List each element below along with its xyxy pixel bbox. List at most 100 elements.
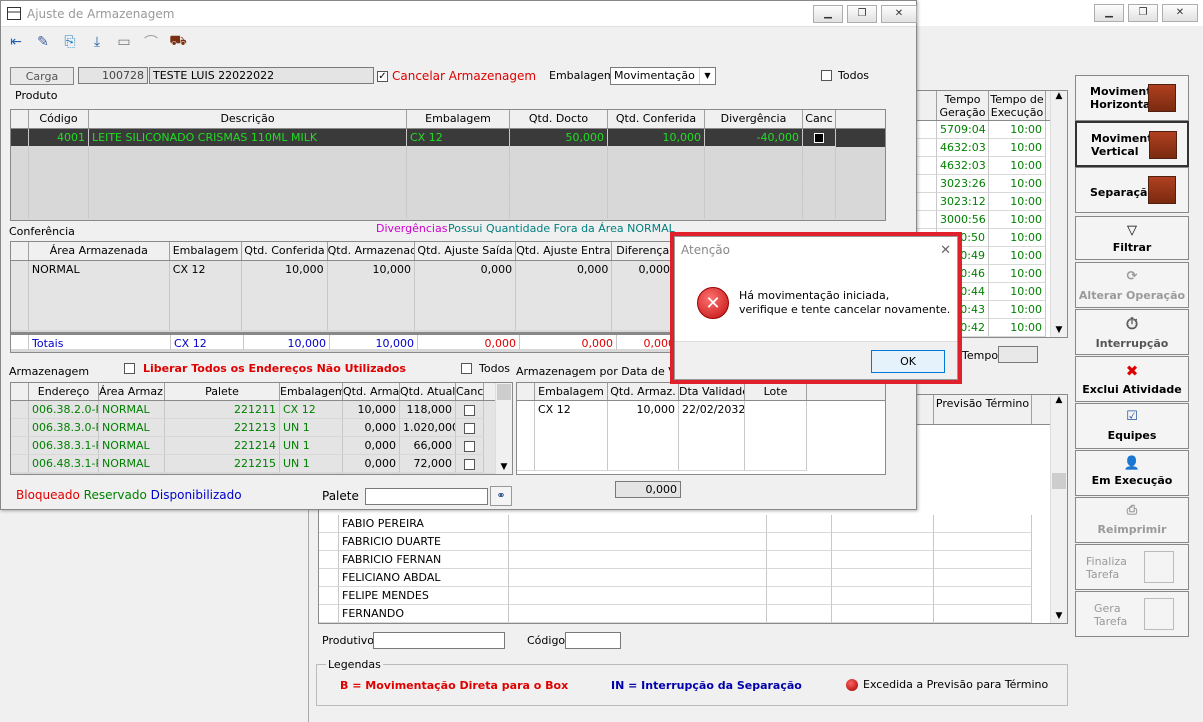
reprint-icon: ⎙	[1126, 503, 1138, 518]
val-header-0[interactable]: Embalagem	[535, 383, 608, 400]
conf-header-6[interactable]: Diferença	[612, 242, 674, 260]
arm-header-2[interactable]: Palete	[165, 383, 280, 400]
time-row[interactable]: 3023:26 10:00	[915, 175, 1067, 193]
validade-total-input[interactable]	[615, 481, 681, 498]
embalagem-select[interactable]: Movimentação ▼	[610, 67, 716, 85]
arm-header-1[interactable]: Área Armaz.	[99, 383, 165, 400]
alterar-operacao-button[interactable]: ⟳ Alterar Operação	[1075, 262, 1189, 308]
time-grid-scrollbar[interactable]: ▲ ▼	[1050, 91, 1067, 337]
list-item[interactable]: FELIPE MENDES	[319, 587, 1052, 605]
list-item[interactable]: FABRICIO DUARTE	[319, 533, 1052, 551]
tempo-input[interactable]	[998, 346, 1038, 363]
binoculars-icon[interactable]: ⚭	[490, 486, 512, 506]
time-row[interactable]: 3000:56 10:00	[915, 211, 1067, 229]
embalagem-label: Embalagem	[549, 69, 615, 82]
minimize-button[interactable]: ▁	[813, 5, 843, 23]
codigo-filter-label: Código	[527, 634, 566, 647]
palete-input[interactable]	[365, 488, 488, 505]
produto-header-5[interactable]: Divergência	[705, 110, 803, 128]
produto-header-2[interactable]: Embalagem	[407, 110, 510, 128]
list-item[interactable]: FELICIANO ABDAL	[319, 569, 1052, 587]
armazenagem-row[interactable]: 006.38.3.1-P NORMAL 221214 UN 1 0,000 66,000	[11, 437, 512, 455]
conf-header-2[interactable]: Qtd. Conferida	[242, 242, 328, 260]
eraser-icon[interactable]: ✎	[31, 30, 55, 54]
codigo-filter-input[interactable]	[565, 632, 621, 649]
arm-header-6[interactable]: Canc	[456, 383, 484, 400]
produto-header-3[interactable]: Qtd. Docto	[510, 110, 608, 128]
exit-icon[interactable]: ⇤	[4, 30, 28, 54]
time-row[interactable]: 3023:12 10:00	[915, 193, 1067, 211]
produto-header-4[interactable]: Qtd. Conferida	[608, 110, 705, 128]
time-row[interactable]: 4632:03 10:00	[915, 157, 1067, 175]
val-header-3[interactable]: Lote	[745, 383, 807, 400]
bg-close-button[interactable]: ✕	[1162, 4, 1198, 22]
reimprimir-button[interactable]: ⎙ Reimprimir	[1075, 497, 1189, 543]
download-tray-icon[interactable]: ⤓	[85, 30, 109, 54]
todos-checkbox[interactable]: Todos	[821, 69, 869, 82]
restore-button[interactable]: ❐	[847, 5, 877, 23]
bg-minimize-button[interactable]: ▁	[1094, 4, 1124, 22]
time-row[interactable]: 4632:03 10:00	[915, 139, 1067, 157]
liberar-todos-checkbox[interactable]: Liberar Todos os Endereços Não Utilizado…	[124, 362, 406, 375]
conferencia-row[interactable]: NORMAL CX 12 10,000 10,000 0,000 0,000 0,000	[11, 261, 674, 331]
arm-header-5[interactable]: Qtd. Atual	[400, 383, 456, 400]
produto-header-1[interactable]: Descrição	[89, 110, 407, 128]
conf-header-0[interactable]: Área Armazenada	[29, 242, 170, 260]
produtivo-input[interactable]	[373, 632, 505, 649]
arm-header-0[interactable]: Endereço	[29, 383, 99, 400]
close-button[interactable]: ✕	[881, 5, 917, 23]
moviment-horizontal-button[interactable]: Moviment Horizontal	[1075, 75, 1189, 121]
armazenagem-scrollbar[interactable]: ▼	[495, 383, 512, 474]
finaliza-tarefa-button[interactable]: Finaliza Tarefa	[1075, 544, 1189, 590]
window-title: Ajuste de Armazenagem	[27, 6, 175, 21]
conf-header-3[interactable]: Qtd. Armazenada	[328, 242, 415, 260]
chevron-down-icon[interactable]: ▼	[699, 68, 715, 84]
list-item[interactable]: FABRICIO FERNAN	[319, 551, 1052, 569]
produto-header-6[interactable]: Canc	[803, 110, 836, 128]
armazenagem-row[interactable]: 006.38.2.0-P NORMAL 221211 CX 12 10,000 118,0…	[11, 401, 512, 419]
carga-desc-input[interactable]	[149, 67, 374, 84]
alert-ok-button[interactable]: OK	[871, 350, 945, 373]
card-icon[interactable]: ▭	[112, 30, 136, 54]
cancelar-armazenagem-checkbox[interactable]: ✓ Cancelar Armazenagem	[377, 69, 536, 83]
equipes-button[interactable]: ☑ Equipes	[1075, 403, 1189, 449]
carga-button[interactable]: Carga	[10, 67, 74, 85]
conf-header-5[interactable]: Qtd. Ajuste Entrada	[516, 242, 613, 260]
em-execucao-button[interactable]: 👤 Em Execução	[1075, 450, 1189, 496]
copy-icon[interactable]: ⎘	[58, 30, 82, 54]
conf-header-4[interactable]: Qtd. Ajuste Saída	[415, 242, 517, 260]
alterar-icon: ⟳	[1126, 269, 1138, 284]
filtrar-button[interactable]: ▽ Filtrar	[1075, 216, 1189, 260]
separacao-button[interactable]: Separação	[1075, 167, 1189, 213]
status-bloqueado: Bloqueado	[16, 488, 80, 502]
activity-scrollbar[interactable]: ▲ ▼	[1050, 395, 1067, 623]
list-item[interactable]: FERNANDO	[319, 605, 1052, 623]
arm-canc-checkbox	[456, 455, 484, 473]
todos2-checkbox[interactable]: Todos	[461, 362, 510, 375]
time-row[interactable]: 5709:04 10:00	[915, 121, 1067, 139]
red-dot-icon	[846, 678, 858, 691]
armazenagem-row[interactable]: 006.48.3.1-P NORMAL 221215 UN 1 0,000 72,000	[11, 455, 512, 473]
arm-header-4[interactable]: Qtd. Armaz	[343, 383, 400, 400]
legend-interrupcao: IN = Interrupção da Separação	[611, 679, 802, 692]
conf-header-1[interactable]: Embalagem	[170, 242, 243, 260]
val-header-2[interactable]: Dta Validade	[679, 383, 745, 400]
conferencia-label: Conferência	[9, 225, 75, 238]
carga-number-input[interactable]	[78, 67, 148, 84]
curve-icon[interactable]: ⌒	[139, 30, 163, 54]
interrupcao-button[interactable]: ⏱ Interrupção	[1075, 309, 1189, 355]
pallet-truck-icon[interactable]: ⛟	[166, 30, 190, 54]
gera-tarefa-button[interactable]: Gera Tarefa	[1075, 591, 1189, 637]
moviment-vertical-button[interactable]: Moviment Vertical	[1075, 121, 1189, 167]
arm-header-3[interactable]: Embalagem	[280, 383, 343, 400]
bg-restore-button[interactable]: ❐	[1128, 4, 1158, 22]
produto-header-0[interactable]: Código	[29, 110, 89, 128]
validade-row[interactable]: CX 12 10,000 22/02/2032	[517, 401, 885, 471]
alert-close-icon[interactable]: ✕	[940, 243, 951, 258]
val-header-1[interactable]: Qtd. Armaz.	[608, 383, 679, 400]
exclui-atividade-button[interactable]: ✖ Exclui Atividade	[1075, 356, 1189, 402]
armazenagem-row[interactable]: 006.38.3.0-P NORMAL 221213 UN 1 0,000 1.020,0…	[11, 419, 512, 437]
list-item[interactable]: FABIO PEREIRA	[319, 515, 1052, 533]
produto-row[interactable]: 4001 LEITE SILICONADO CRISMAS 110ML MILK C…	[11, 129, 885, 147]
user-running-icon: 👤	[1123, 456, 1141, 471]
